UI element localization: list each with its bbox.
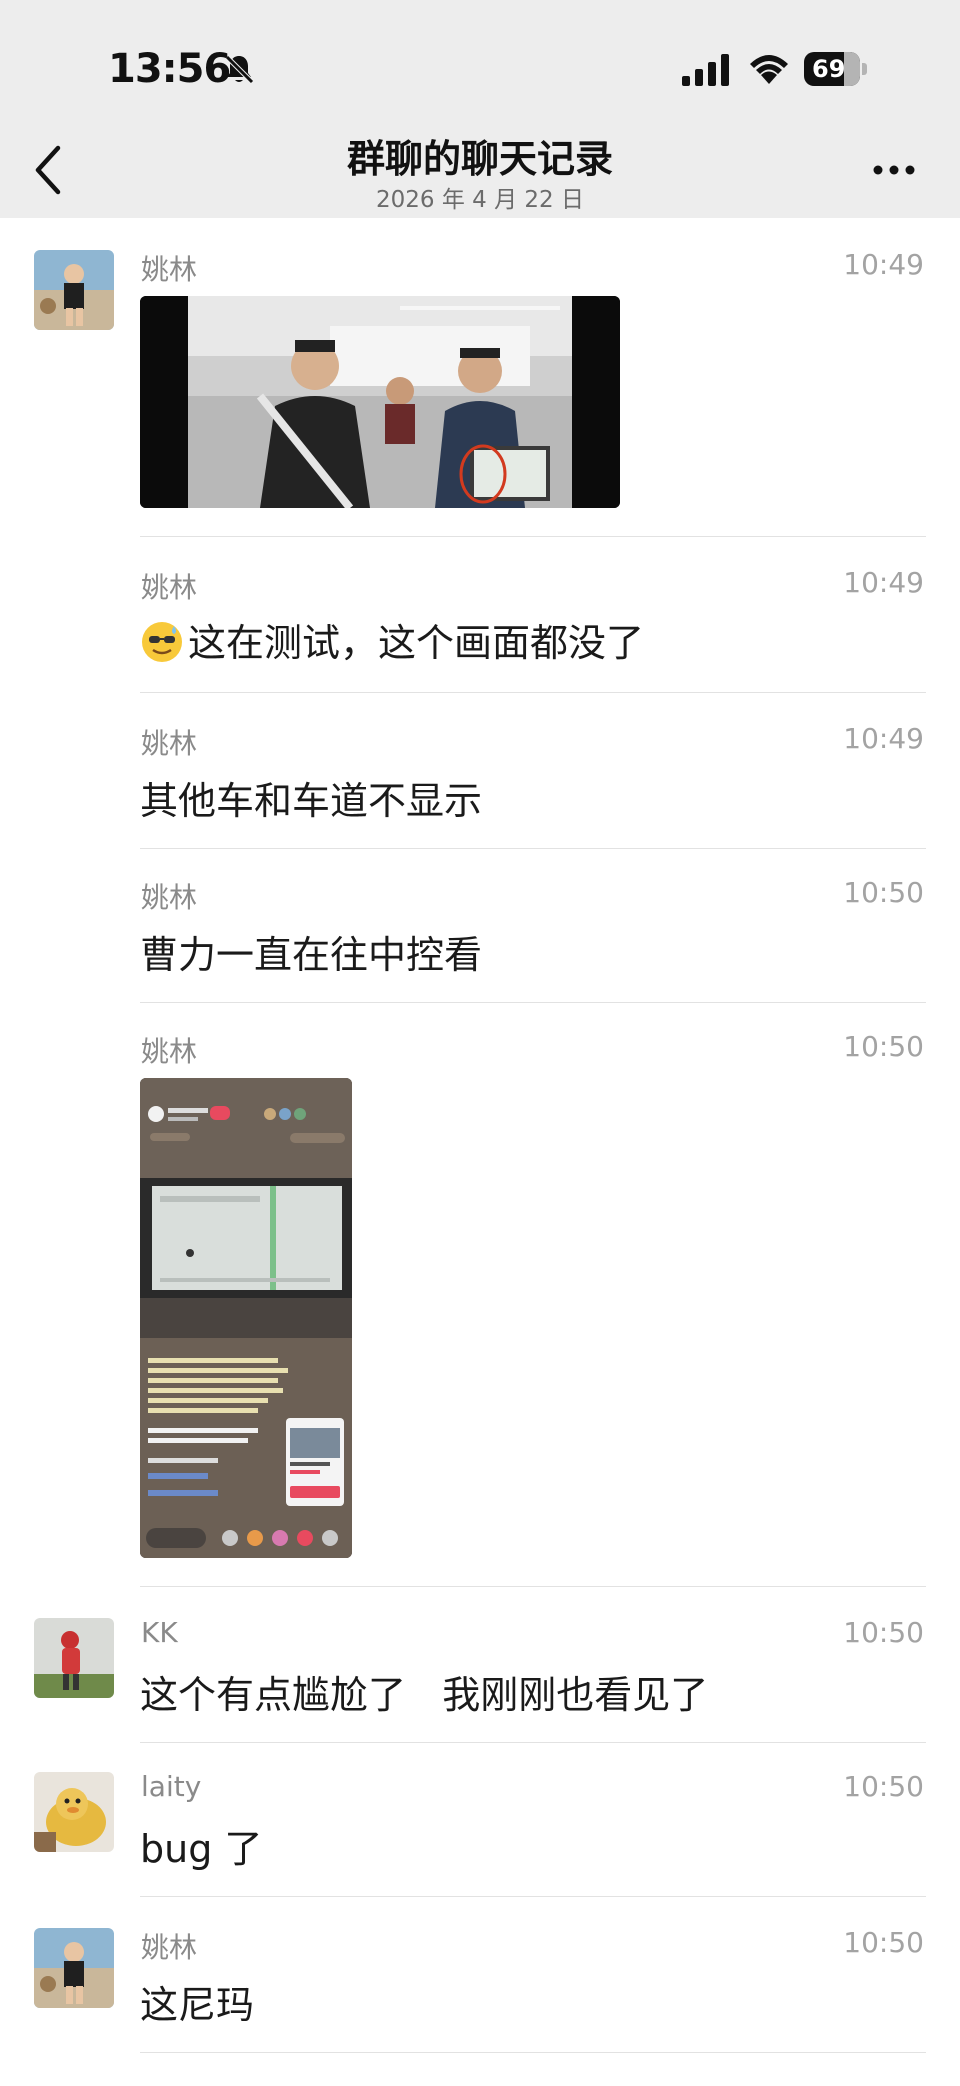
avatar[interactable]: [34, 250, 114, 330]
sender-name: 姚林: [141, 727, 198, 760]
message-time: 10:49: [843, 722, 924, 755]
sender-name: 姚林: [141, 1931, 198, 1964]
divider: [140, 692, 926, 693]
sweat-smile-emoji-icon: [142, 622, 182, 662]
message-text: 这个有点尴尬了 我刚刚也看见了: [140, 1673, 709, 1717]
message-text-content: 这在测试，这个画面都没了: [188, 621, 645, 665]
divider: [140, 536, 926, 537]
message-time: 10:50: [843, 1030, 924, 1063]
message-time: 10:50: [843, 1770, 924, 1803]
divider: [140, 1896, 926, 1897]
message-text: 这尼玛: [140, 1983, 255, 2027]
avatar[interactable]: [34, 1928, 114, 2008]
page-date: 2026 年 4 月 22 日: [376, 187, 584, 213]
video-frame-image[interactable]: [140, 296, 620, 508]
message-text: 这在测试，这个画面都没了: [140, 612, 644, 667]
status-time: 13:56: [108, 46, 231, 92]
sender-name: 姚林: [141, 253, 198, 286]
wifi-icon: [750, 55, 788, 84]
sender-name: 姚林: [141, 1035, 198, 1068]
sender-name: 姚林: [141, 571, 198, 604]
battery-empty-portion: [844, 52, 860, 86]
message-time: 10:49: [843, 248, 924, 281]
top-bar: 13:56 69 群聊的聊天记录 2026 年 4 月 22 日: [0, 0, 960, 218]
message-time: 10:50: [843, 1926, 924, 1959]
livestream-screenshot-image[interactable]: [140, 1078, 352, 1558]
page-title: 群聊的聊天记录: [346, 137, 613, 181]
battery-tip: [862, 63, 867, 75]
message-text: bug 了: [140, 1827, 263, 1871]
message-text: 曹力一直在往中控看: [140, 933, 483, 977]
battery-icon: 69: [804, 52, 868, 86]
divider: [140, 1742, 926, 1743]
sender-name: KK: [141, 1616, 178, 1649]
avatar[interactable]: [34, 1772, 114, 1852]
divider: [140, 2052, 926, 2053]
divider: [140, 848, 926, 849]
avatar[interactable]: [34, 1618, 114, 1698]
silent-bell-icon: [225, 55, 254, 84]
more-options-button[interactable]: [870, 150, 918, 190]
sender-name: 姚林: [141, 881, 198, 914]
message-time: 10:49: [843, 566, 924, 599]
message-time: 10:50: [843, 876, 924, 909]
cellular-signal-icon: [682, 54, 729, 86]
message-text: 其他车和车道不显示: [140, 779, 483, 823]
divider: [140, 1002, 926, 1003]
sender-name: laity: [141, 1770, 202, 1803]
divider: [140, 1586, 926, 1587]
message-time: 10:50: [843, 1616, 924, 1649]
